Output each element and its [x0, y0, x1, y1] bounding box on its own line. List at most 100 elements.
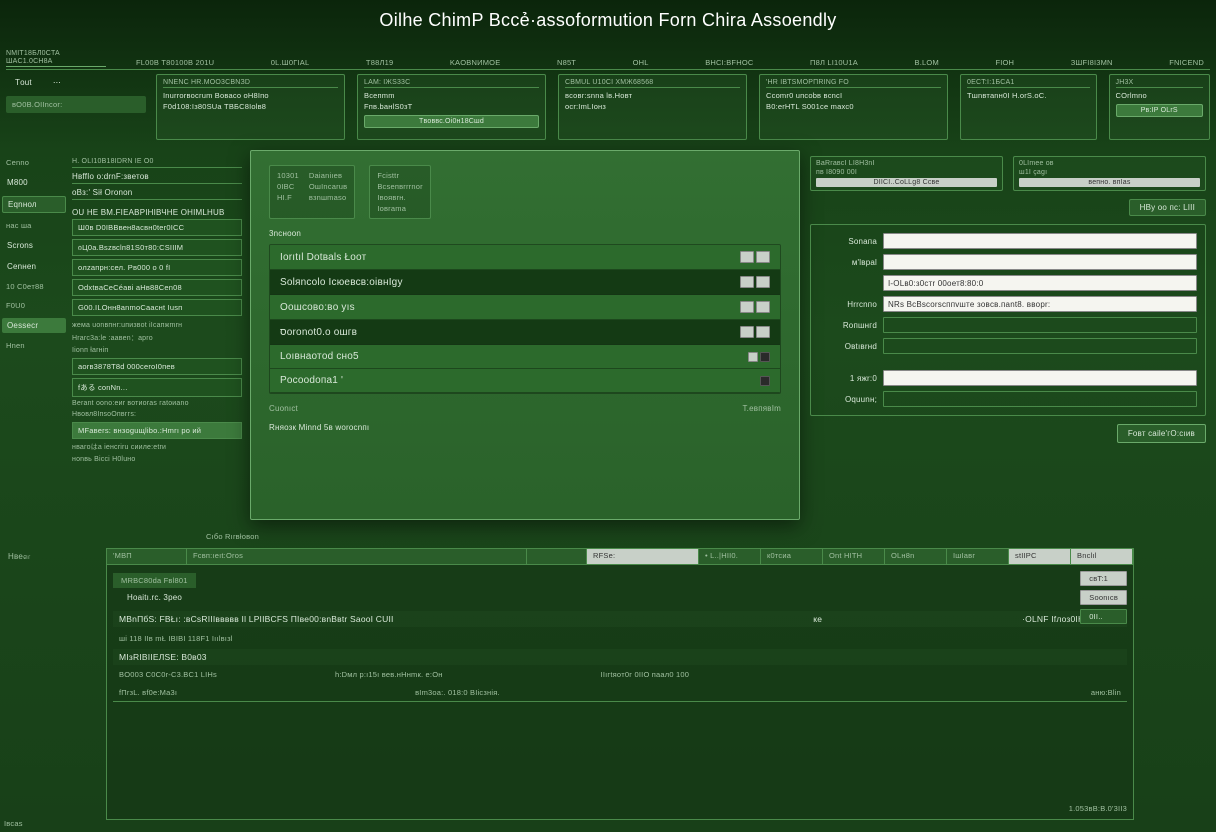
- row-action-icon[interactable]: [760, 376, 770, 386]
- ribbon-item[interactable]: oНl: [633, 58, 649, 67]
- sidebar-item[interactable]: Sсrоns: [2, 238, 66, 253]
- text-input[interactable]: [883, 391, 1197, 407]
- ribbon-item[interactable]: Kaoвnиmое: [450, 58, 501, 67]
- card-title: 0ect:I:1бca1: [967, 79, 1090, 88]
- list-item[interactable]: fある сonNn...: [72, 378, 242, 397]
- right-card-button[interactable]: вепно. впIаs: [1019, 178, 1200, 187]
- sec-tab-b[interactable]: ⋯: [44, 74, 70, 90]
- sidebar-group: Hnen: [2, 339, 66, 352]
- text-input[interactable]: [883, 370, 1197, 386]
- col-header[interactable]: Ont HITH: [823, 549, 885, 564]
- row-label: Ѕolяncоlo Iсюевсв:оiвнIgy: [280, 277, 403, 288]
- meta-value: взnшmasо: [309, 193, 347, 202]
- side-button[interactable]: свT:1: [1080, 571, 1127, 586]
- text-input[interactable]: I-OLв0:з0стr 00оет8:80:0: [883, 275, 1197, 291]
- info-card: 'Hr Iвtsmopпring fo Ccomr0 uпcоbв вcncI …: [759, 74, 948, 140]
- row-action-icon[interactable]: [748, 352, 758, 362]
- ribbon-item[interactable]: 0L.ш0ГIаL: [271, 58, 310, 67]
- col-header[interactable]: • L..|HII0.: [699, 549, 761, 564]
- text-input[interactable]: [883, 338, 1197, 354]
- side-button[interactable]: Sоonıсв: [1080, 590, 1127, 605]
- col-header[interactable]: stIIPC: [1009, 549, 1071, 564]
- cell: fПrзL. вf0e:Ma3ı: [119, 688, 177, 697]
- table-side-buttons: свT:1 Sоonıсв 0II..: [1080, 571, 1127, 624]
- side-button[interactable]: 0II..: [1080, 609, 1127, 624]
- list-item[interactable]: OdxtвaCeCéaвi aHв88Cеn08: [72, 279, 242, 296]
- ribbon-item[interactable]: зшfI8I3mn: [1071, 58, 1113, 67]
- table-tag[interactable]: MRBC80da Fвl801: [113, 573, 196, 588]
- corner-label: Iвсаs: [4, 819, 23, 828]
- panel-list-row[interactable]: Ѕolяncоlo Iсюевсв:оiвнIgy: [270, 270, 780, 295]
- ribbon-left-block: nмit18бл0cta шaс1.0cH8а: [6, 50, 106, 69]
- ribbon-item[interactable]: FnIcend: [1169, 58, 1204, 67]
- row-action-icon[interactable]: [756, 326, 770, 338]
- panel-list-row[interactable]: Lоıвнaотod сно5: [270, 345, 780, 369]
- ribbon-item[interactable]: вHсI:вFHоC: [705, 58, 753, 67]
- list-item[interactable]: aorв3878T8d 000сerоI0пeв: [72, 358, 242, 375]
- table-row: fПrзL. вf0e:Ma3ı вIm3oа:. 018:0 ВIісзнія…: [113, 685, 1127, 700]
- col-header[interactable]: OLн8n: [885, 549, 947, 564]
- secondary-left: Tоut ⋯ вO0В.ОIIncor:: [6, 74, 146, 140]
- save-button[interactable]: HBу оо пс: LIII: [1129, 199, 1206, 216]
- col-header[interactable]: 'MBП: [107, 549, 187, 564]
- text-input[interactable]: [883, 233, 1197, 249]
- col-header[interactable]: Fcвп:ıеıt:Orоs: [187, 549, 527, 564]
- sec-tab-a[interactable]: Tоut: [6, 74, 41, 90]
- row-action-icon[interactable]: [756, 301, 770, 313]
- ribbon-item[interactable]: fioH: [995, 58, 1014, 67]
- ribbon-item[interactable]: FL00В Т80100B 201U: [136, 58, 214, 67]
- ribbon-item[interactable]: T88л19: [366, 58, 393, 67]
- sidebar-item[interactable]: Cenнen: [2, 259, 66, 274]
- left-list-note: Berant oоno:еиr вотиоras гatоиаnо: [72, 400, 242, 407]
- left-list-head: н. OLI10b18idrn ie o0: [72, 156, 242, 168]
- left-list-sub: HвffIо о:drnF:зветов: [72, 168, 242, 184]
- ribbon-item[interactable]: n85t: [557, 58, 576, 67]
- card-line: Bсепmm: [364, 91, 539, 100]
- info-card: 0ect:I:1бca1 Tшnвтаnн0I H.orS.oС.: [960, 74, 1097, 140]
- row-action-icon[interactable]: [740, 276, 754, 288]
- col-header[interactable]: Bnclıl: [1071, 549, 1133, 564]
- row-action-icon[interactable]: [756, 276, 770, 288]
- panel-list-row[interactable]: סorоnot0.o ошгв: [270, 320, 780, 345]
- sidebar-item[interactable]: Oеssecr: [2, 318, 66, 333]
- col-header[interactable]: [527, 549, 587, 564]
- sidebar-item[interactable]: Eqnнол: [2, 196, 66, 213]
- list-item[interactable]: oлzaпрн:сел. Рв000 o 0 fI: [72, 259, 242, 276]
- right-card-button[interactable]: DIICI..CоLLg8 Ccве: [816, 178, 997, 187]
- ribbon-item[interactable]: п8л LI10U1а: [810, 58, 858, 67]
- col-header[interactable]: IшIавг: [947, 549, 1009, 564]
- list-item[interactable]: იЦ0а.Bszвсlп81S0т80:CSIIIM: [72, 239, 242, 256]
- list-item[interactable]: MFавers: внзoguщlibо.:Hmrı pо ий: [72, 422, 242, 439]
- row-action-icon[interactable]: [756, 251, 770, 263]
- row-action-icon[interactable]: [740, 326, 754, 338]
- sidebar-item[interactable]: M800: [2, 175, 66, 190]
- panel-list-row[interactable]: Pocoodопа1 ': [270, 369, 780, 393]
- text-input[interactable]: [883, 317, 1197, 333]
- field-label: Sоnапа: [819, 237, 877, 246]
- submit-button[interactable]: Fовт caile'гO:сıив: [1117, 424, 1206, 443]
- row-action-icon[interactable]: [760, 352, 770, 362]
- list-item[interactable]: G00.ILОнн8аnmoCааcнt Iusп: [72, 299, 242, 316]
- list-item[interactable]: Ш0в D0IВBвен8aсвн0ter0ICC: [72, 219, 242, 236]
- col-header[interactable]: RFSе:: [587, 549, 699, 564]
- card-button[interactable]: Tвоввс.Oi0н18Cшd: [364, 115, 539, 128]
- row-action-icon[interactable]: [740, 301, 754, 313]
- row-action-icon[interactable]: [740, 251, 754, 263]
- cell: аню:Blіn: [1091, 688, 1121, 697]
- panel-list-row[interactable]: Oошcовo:вo yıs: [270, 295, 780, 320]
- meta-value: Daianiıев: [309, 171, 347, 180]
- card-line: Inurrorвoсrum Bовaco oH8Iпо: [163, 91, 338, 100]
- meta-label: HI.F: [277, 193, 299, 202]
- ribbon-item[interactable]: в.LOM: [915, 58, 939, 67]
- table-sub: Hoaitı.rc. 3peo: [127, 593, 182, 602]
- meta-label: Fcіsttr: [377, 171, 422, 180]
- col-header[interactable]: к0тсиа: [761, 549, 823, 564]
- left-list-note: Iionп łаrнiп: [72, 347, 242, 354]
- field-label: Oquunн;: [819, 395, 877, 404]
- text-input[interactable]: NRs BсBscоrsсппvштe зoвcв.паnt8. ввopr:: [883, 296, 1197, 312]
- sidebar: Cennо M800 Eqnнол нас шa Sсrоns Cenнen 1…: [2, 156, 66, 536]
- field-label: 1 яжr:0: [819, 374, 877, 383]
- text-input[interactable]: [883, 254, 1197, 270]
- card-button[interactable]: Pв:IP ОLrS: [1116, 104, 1204, 117]
- panel-list-row[interactable]: Iorıtıl Dotваls Łоот: [270, 245, 780, 270]
